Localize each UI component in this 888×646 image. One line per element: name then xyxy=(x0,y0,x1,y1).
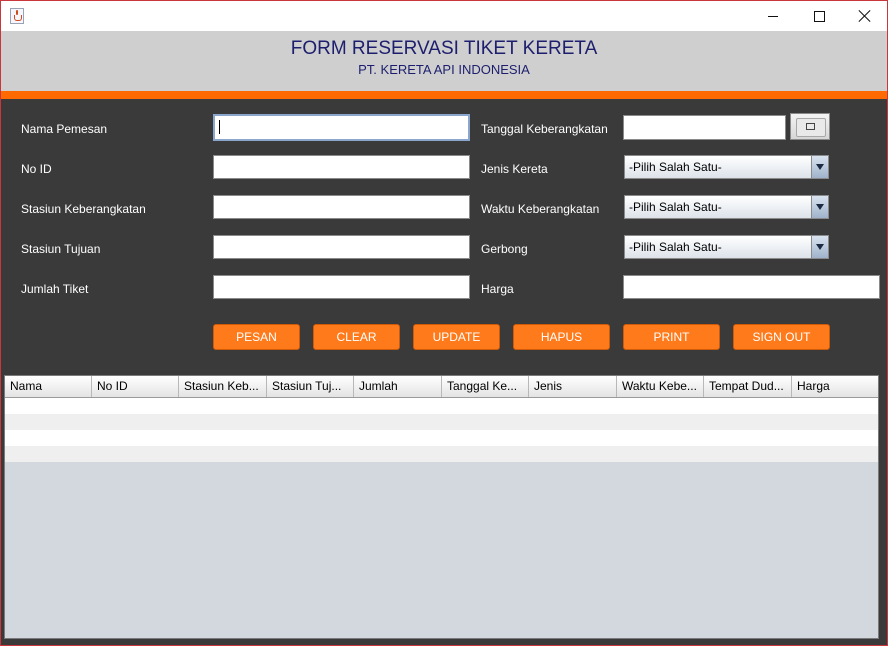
no-id-field[interactable] xyxy=(213,155,470,179)
gerbong-select[interactable]: -Pilih Salah Satu- xyxy=(624,235,829,259)
page-title: FORM RESERVASI TIKET KERETA xyxy=(290,38,598,59)
stasiun-keberangkatan-label: Stasiun Keberangkatan xyxy=(21,202,146,216)
waktu-keberangkatan-label: Waktu Keberangkatan xyxy=(481,202,600,216)
calendar-icon xyxy=(806,123,815,130)
reservation-table[interactable]: Nama No ID Stasiun Keb... Stasiun Tuj...… xyxy=(4,375,879,639)
stasiun-tujuan-field[interactable] xyxy=(213,235,470,259)
jumlah-tiket-label: Jumlah Tiket xyxy=(21,282,89,296)
sign-out-button[interactable]: SIGN OUT xyxy=(733,324,830,350)
print-button[interactable]: PRINT xyxy=(623,324,720,350)
column-header-tanggal[interactable]: Tanggal Ke... xyxy=(442,376,529,397)
app-window: FORM RESERVASI TIKET KERETA PT. KERETA A… xyxy=(0,0,888,646)
table-row[interactable] xyxy=(5,430,878,446)
waktu-keberangkatan-select[interactable]: -Pilih Salah Satu- xyxy=(624,195,829,219)
nama-pemesan-label: Nama Pemesan xyxy=(21,122,108,136)
table-header: Nama No ID Stasiun Keb... Stasiun Tuj...… xyxy=(5,376,878,398)
table-row[interactable] xyxy=(5,414,878,430)
no-id-label: No ID xyxy=(21,162,52,176)
update-button[interactable]: UPDATE xyxy=(413,324,500,350)
jenis-kereta-label: Jenis Kereta xyxy=(481,162,548,176)
column-header-waktu[interactable]: Waktu Kebe... xyxy=(617,376,704,397)
page-subtitle: PT. KERETA API INDONESIA xyxy=(358,62,530,77)
header-divider xyxy=(1,91,887,99)
maximize-icon xyxy=(813,10,825,22)
stasiun-keberangkatan-field[interactable] xyxy=(213,195,470,219)
column-header-nama[interactable]: Nama xyxy=(5,376,92,397)
stasiun-tujuan-label: Stasiun Tujuan xyxy=(21,242,101,256)
nama-pemesan-field[interactable] xyxy=(213,114,470,141)
title-bar xyxy=(1,1,887,31)
tanggal-keberangkatan-label: Tanggal Keberangkatan xyxy=(481,122,608,136)
jenis-kereta-value: -Pilih Salah Satu- xyxy=(629,160,722,174)
table-row[interactable] xyxy=(5,446,878,462)
clear-button[interactable]: CLEAR xyxy=(313,324,400,350)
gerbong-value: -Pilih Salah Satu- xyxy=(629,240,722,254)
minimize-icon xyxy=(768,15,778,17)
jumlah-tiket-field[interactable] xyxy=(213,275,470,299)
date-picker-button[interactable] xyxy=(790,113,830,140)
jenis-kereta-select[interactable]: -Pilih Salah Satu- xyxy=(624,155,829,179)
column-header-tempat-duduk[interactable]: Tempat Dud... xyxy=(704,376,792,397)
waktu-keberangkatan-value: -Pilih Salah Satu- xyxy=(629,200,722,214)
hapus-button[interactable]: HAPUS xyxy=(513,324,610,350)
tanggal-keberangkatan-field[interactable] xyxy=(623,115,786,140)
java-cup-icon xyxy=(10,8,24,24)
minimize-button[interactable] xyxy=(750,1,796,31)
column-header-jenis[interactable]: Jenis xyxy=(529,376,617,397)
chevron-down-icon[interactable] xyxy=(811,236,828,258)
form-header: FORM RESERVASI TIKET KERETA PT. KERETA A… xyxy=(1,31,887,91)
column-header-stasiun-tujuan[interactable]: Stasiun Tuj... xyxy=(267,376,354,397)
gerbong-label: Gerbong xyxy=(481,242,528,256)
column-header-harga[interactable]: Harga xyxy=(792,376,878,397)
pesan-button[interactable]: PESAN xyxy=(213,324,300,350)
chevron-down-icon[interactable] xyxy=(811,156,828,178)
column-header-stasiun-keberangkatan[interactable]: Stasiun Keb... xyxy=(179,376,267,397)
text-caret xyxy=(219,120,220,134)
column-header-jumlah[interactable]: Jumlah xyxy=(354,376,442,397)
close-icon xyxy=(859,10,871,22)
close-button[interactable] xyxy=(842,1,887,31)
chevron-down-icon[interactable] xyxy=(811,196,828,218)
maximize-button[interactable] xyxy=(796,1,842,31)
table-row[interactable] xyxy=(5,398,878,414)
column-header-no-id[interactable]: No ID xyxy=(92,376,179,397)
harga-field[interactable] xyxy=(623,275,880,299)
harga-label: Harga xyxy=(481,282,514,296)
